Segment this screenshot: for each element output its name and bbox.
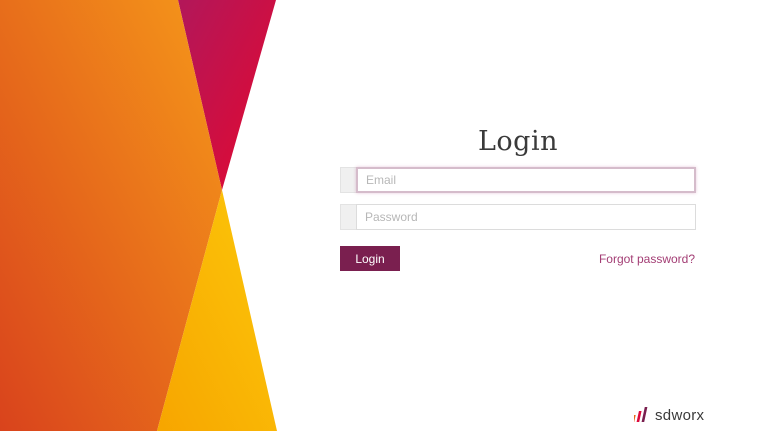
email-addon [340,167,356,193]
decorative-background-art [0,0,277,431]
sdworx-logo: sdworx [634,404,704,426]
password-addon [340,204,356,230]
page-title: Login [478,126,558,157]
password-field[interactable] [356,204,696,230]
login-button[interactable]: Login [340,246,400,271]
email-row [340,167,696,193]
password-row [340,204,696,230]
forgot-password-link[interactable]: Forgot password? [599,252,695,266]
email-field[interactable] [356,167,696,193]
sdworx-logo-mark-icon [634,407,648,422]
sdworx-logo-text: sdworx [655,406,705,424]
